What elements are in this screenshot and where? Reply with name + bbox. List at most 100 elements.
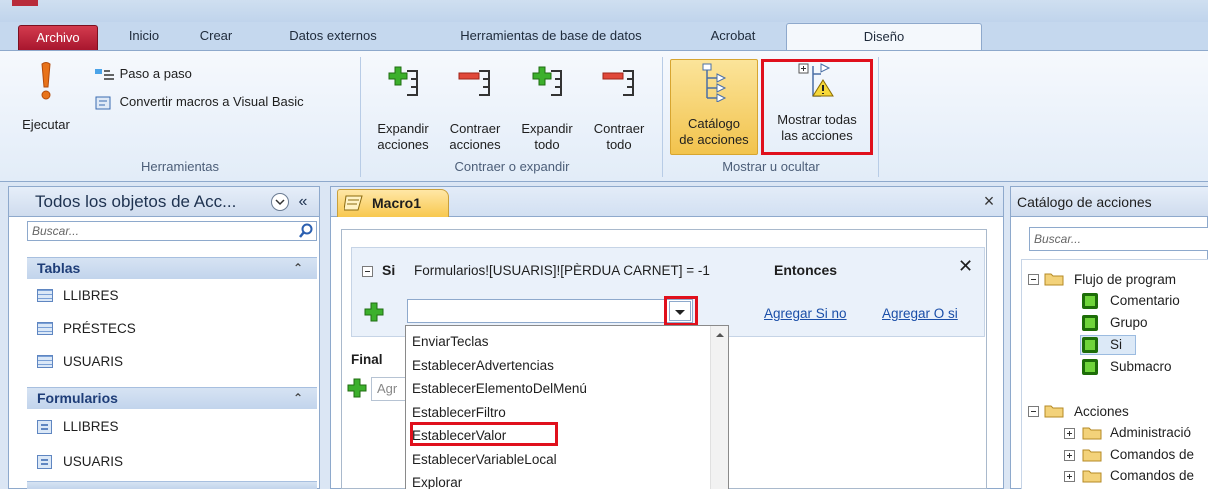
tree-folder-commands[interactable]: Comandos de — [1110, 445, 1194, 465]
dropdown-option[interactable]: EnviarTeclas — [412, 332, 489, 352]
tree-item-if[interactable]: Si — [1110, 335, 1122, 355]
show-all-actions-button[interactable]: Mostrar todas las acciones — [761, 59, 873, 155]
final-label: Final — [351, 352, 383, 367]
nav-search-placeholder: Buscar... — [32, 224, 79, 238]
dropdown-option[interactable]: EstablecerVariableLocal — [412, 450, 557, 470]
ribbon-separator — [662, 57, 663, 177]
dropdown-arrow-highlight — [664, 296, 698, 326]
dropdown-scrollbar[interactable] — [710, 326, 728, 489]
collapse-actions-button[interactable]: Contraer acciones — [440, 65, 510, 155]
close-document-button[interactable]: × — [979, 191, 999, 211]
tab-create[interactable]: Crear — [186, 22, 246, 50]
tree-item-comment[interactable]: Comentario — [1110, 291, 1180, 311]
add-else-label: Agregar Si no — [764, 306, 847, 321]
tree-folder-commands[interactable]: Comandos de — [1110, 466, 1194, 486]
comment-action-icon — [1082, 293, 1098, 309]
collapse-all-icon — [602, 70, 634, 96]
if-action-icon — [1082, 337, 1098, 353]
dropdown-option[interactable]: EstablecerAdvertencias — [412, 356, 554, 376]
catalog-search-placeholder: Buscar... — [1034, 232, 1081, 246]
nav-group-forms[interactable]: Formularios ⌃ — [27, 387, 317, 409]
add-else-link[interactable]: Agregar Si no — [764, 306, 847, 321]
expand-all-icon — [532, 66, 562, 96]
scroll-up-icon[interactable] — [711, 328, 729, 342]
dropdown-option[interactable]: EstablecerFiltro — [412, 403, 506, 423]
tree-folder-program-flow[interactable]: Flujo de program — [1074, 270, 1176, 290]
action-select-input[interactable] — [407, 299, 693, 323]
tree-folder-administration[interactable]: Administració — [1110, 423, 1191, 443]
nav-group-partial — [27, 481, 317, 489]
show-all-actions-icon — [798, 63, 834, 97]
folder-icon — [1082, 449, 1102, 462]
folder-icon — [1044, 273, 1064, 286]
step-icon — [95, 68, 114, 80]
tree-folder-actions[interactable]: Acciones — [1074, 402, 1129, 422]
expand-plus-icon[interactable] — [1064, 428, 1075, 439]
nav-collapse-button[interactable]: « — [293, 191, 313, 213]
document-tab-row: Macro1 × — [331, 187, 1003, 217]
add-green-plus-icon[interactable] — [347, 378, 367, 398]
tab-file[interactable]: Archivo — [18, 25, 98, 50]
convert-icon — [95, 96, 111, 110]
convert-macros-button[interactable]: Convertir macros a Visual Basic — [94, 93, 304, 111]
selected-option-highlight — [410, 422, 558, 446]
group-label-collapse: Contraer o expandir — [454, 159, 570, 174]
delete-block-button[interactable]: ✕ — [958, 256, 973, 277]
nav-menu-dropdown-button[interactable] — [271, 193, 289, 211]
ribbon: Ejecutar Paso a paso Convertir macros a … — [0, 50, 1208, 182]
collapse-all-label-1: Contraer — [593, 121, 645, 136]
run-label: Ejecutar — [22, 117, 70, 132]
app-icon-fragment — [12, 0, 38, 6]
if-condition[interactable]: Formularios![USUARIS]![PÈRDUA CARNET] = … — [414, 263, 710, 278]
expand-actions-label-1: Expandir — [377, 121, 429, 136]
chevron-up-icon: ⌃ — [292, 391, 303, 405]
tab-external-data[interactable]: Datos externos — [270, 22, 396, 50]
chevron-down-icon — [275, 199, 285, 206]
expand-plus-icon[interactable] — [1064, 450, 1075, 461]
chevron-up-icon: ⌃ — [292, 261, 303, 275]
collapse-minus-icon[interactable] — [1028, 406, 1039, 417]
expand-all-button[interactable]: Expandir todo — [512, 65, 582, 155]
tab-acrobat[interactable]: Acrobat — [694, 22, 772, 50]
action-catalog-button[interactable]: Catálogo de acciones — [670, 59, 758, 155]
tab-home[interactable]: Inicio — [114, 22, 174, 50]
collapse-minus-icon[interactable] — [362, 266, 373, 277]
collapse-minus-icon[interactable] — [1028, 274, 1039, 285]
tab-design[interactable]: Diseño — [786, 23, 982, 50]
nav-item-label: LLIBRES — [63, 288, 119, 303]
catalog-header: Catálogo de acciones — [1011, 187, 1208, 217]
folder-icon — [1082, 427, 1102, 440]
catalog-tree: Flujo de program Comentario Grupo Si Sub… — [1021, 259, 1208, 489]
nav-search-input[interactable]: Buscar... — [27, 221, 317, 241]
macro1-tab[interactable]: Macro1 — [337, 189, 449, 217]
ribbon-tab-bar: Archivo Inicio Crear Datos externos Herr… — [0, 22, 1208, 50]
form-icon — [37, 420, 52, 434]
dropdown-option[interactable]: Explorar — [412, 473, 462, 489]
catalog-icon — [702, 63, 727, 102]
catalog-search-input[interactable]: Buscar... — [1029, 227, 1208, 251]
catalog-label-1: Catálogo — [687, 116, 741, 131]
step-button[interactable]: Paso a paso — [94, 65, 192, 83]
nav-item-label: USUARIS — [63, 454, 124, 469]
nav-group-label: Formularios — [37, 390, 118, 406]
tree-item-submacro[interactable]: Submacro — [1110, 357, 1172, 377]
dropdown-option[interactable]: EstablecerElementoDelMenú — [412, 379, 587, 399]
add-green-plus-icon[interactable] — [364, 302, 384, 322]
ribbon-separator — [878, 57, 879, 177]
nav-group-tables[interactable]: Tablas ⌃ — [27, 257, 317, 279]
collapse-actions-label-2: acciones — [449, 137, 501, 152]
tab-database-tools[interactable]: Herramientas de base de datos — [420, 22, 682, 50]
collapse-minus-icon — [458, 70, 490, 96]
expand-actions-button[interactable]: Expandir acciones — [368, 65, 438, 155]
expand-plus-icon — [388, 66, 418, 96]
expand-plus-icon[interactable] — [1064, 471, 1075, 482]
macro-icon — [344, 195, 363, 211]
nav-item-label: LLIBRES — [63, 419, 119, 434]
show-all-label-1: Mostrar todas — [777, 112, 857, 127]
add-else-if-link[interactable]: Agregar O si — [882, 306, 958, 321]
collapse-all-button[interactable]: Contraer todo — [584, 65, 654, 155]
collapse-actions-label-1: Contraer — [449, 121, 501, 136]
run-button[interactable]: Ejecutar — [14, 59, 78, 139]
table-icon — [37, 322, 53, 335]
tree-item-group[interactable]: Grupo — [1110, 313, 1148, 333]
